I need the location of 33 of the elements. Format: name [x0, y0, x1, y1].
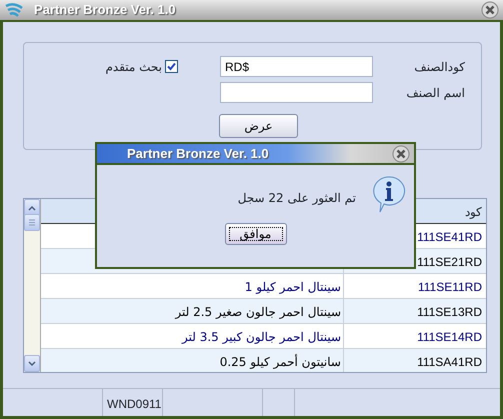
table-cell: سينتال احمر كيلو 1 — [41, 274, 344, 298]
close-icon[interactable] — [481, 1, 499, 19]
ok-button[interactable]: موافق — [224, 223, 286, 245]
scroll-down-button[interactable] — [24, 355, 40, 372]
input-field[interactable] — [220, 82, 373, 103]
dialog-message: تم العثور على 22 سجل — [238, 190, 356, 207]
scroll-up-button[interactable] — [24, 199, 40, 216]
close-icon[interactable] — [392, 144, 410, 162]
table-cell-text: 111SE21RD — [416, 254, 483, 271]
table-cell: سينتال احمر جالون كبير 3.5 لتر — [41, 324, 344, 348]
table-cell-text: 111SE14RD — [416, 329, 483, 346]
table-cell-text: 111SE11RD — [416, 279, 483, 296]
table-cell: سانيتون أحمر كيلو 0.25 — [41, 349, 344, 372]
grip-icon — [28, 219, 36, 226]
scroll-thumb[interactable] — [24, 214, 40, 231]
field-label: اسم الصنف — [406, 84, 465, 102]
window-title: Partner Bronze Ver. 1.0 — [34, 1, 176, 20]
dialog-title: Partner Bronze Ver. 1.0 — [127, 144, 269, 163]
table-cell-text: 111SE13RD — [416, 304, 483, 321]
table-cell-text: 111SE41RD — [416, 229, 483, 246]
table-cell-text: 111SA41RD — [416, 354, 483, 371]
app-icon — [4, 2, 24, 18]
advanced-search-checkbox[interactable] — [165, 60, 178, 73]
status-text: WND0911 — [103, 389, 163, 416]
show-button[interactable]: عرض — [219, 114, 298, 138]
checkbox-label: بحث متقدم — [105, 58, 162, 76]
caret-down-icon — [28, 360, 36, 366]
caret-up-icon — [28, 204, 36, 210]
table-cell: سينتال احمر جالون صغير 2.5 لتر — [41, 299, 344, 323]
info-icon — [372, 175, 406, 213]
field-label: كودالصنف — [414, 58, 465, 76]
column-header[interactable]: كود — [465, 205, 482, 219]
input-field[interactable]: RD$ — [220, 56, 373, 77]
